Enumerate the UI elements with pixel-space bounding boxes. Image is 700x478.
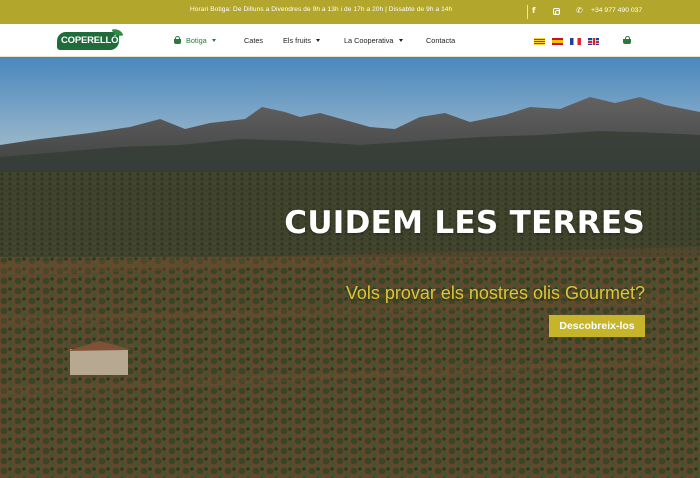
main-navigation: COPERELLÓ Botiga Cates Els fruits La Coo… bbox=[0, 24, 700, 57]
discover-button[interactable]: Descobreix-los bbox=[549, 315, 645, 337]
chevron-down-icon bbox=[211, 39, 216, 42]
instagram-icon[interactable] bbox=[553, 8, 560, 15]
nav-item-els-fruits[interactable]: Els fruits bbox=[283, 36, 320, 45]
top-info-bar: Horari Botiga: De Dilluns a Divendres de… bbox=[0, 0, 700, 24]
nav-item-label: Contacta bbox=[426, 36, 456, 45]
phone-number-link[interactable]: +34 977 490 037 bbox=[591, 7, 642, 14]
basket-icon bbox=[174, 36, 181, 44]
phone-icon: ✆ bbox=[576, 6, 583, 15]
hero-subtitle: Vols provar els nostres olis Gourmet? bbox=[345, 283, 645, 303]
nav-item-label: Els fruits bbox=[283, 36, 311, 45]
hero-title: CUIDEM LES TERRES bbox=[284, 205, 645, 241]
hero-banner: CUIDEM LES TERRES Vols provar els nostre… bbox=[0, 57, 700, 478]
coperello-logo[interactable]: COPERELLÓ bbox=[57, 26, 124, 50]
nav-item-contacta[interactable]: Contacta bbox=[426, 36, 455, 45]
nav-item-botiga[interactable]: Botiga bbox=[174, 36, 216, 45]
nav-item-label: La Cooperativa bbox=[344, 36, 394, 45]
french-flag-icon[interactable] bbox=[570, 38, 581, 45]
english-flag-icon[interactable] bbox=[588, 38, 599, 45]
store-hours-text: Horari Botiga: De Dilluns a Divendres de… bbox=[190, 6, 453, 13]
chevron-down-icon bbox=[398, 39, 403, 42]
logo-text: COPERELLÓ bbox=[61, 35, 119, 46]
language-switcher bbox=[534, 38, 599, 45]
chevron-down-icon bbox=[315, 39, 320, 42]
shopping-basket-icon[interactable] bbox=[622, 36, 632, 44]
nav-item-cates[interactable]: Cates bbox=[244, 36, 263, 45]
catalan-flag-icon[interactable] bbox=[534, 38, 545, 45]
nav-item-label: Cates bbox=[244, 36, 264, 45]
hero-landscape-image bbox=[0, 57, 700, 478]
nav-item-la-cooperativa[interactable]: La Cooperativa bbox=[344, 36, 403, 45]
spanish-flag-icon[interactable] bbox=[552, 38, 563, 45]
facebook-icon[interactable]: f bbox=[532, 6, 535, 15]
topbar-divider bbox=[527, 5, 528, 19]
nav-item-label: Botiga bbox=[186, 36, 207, 45]
